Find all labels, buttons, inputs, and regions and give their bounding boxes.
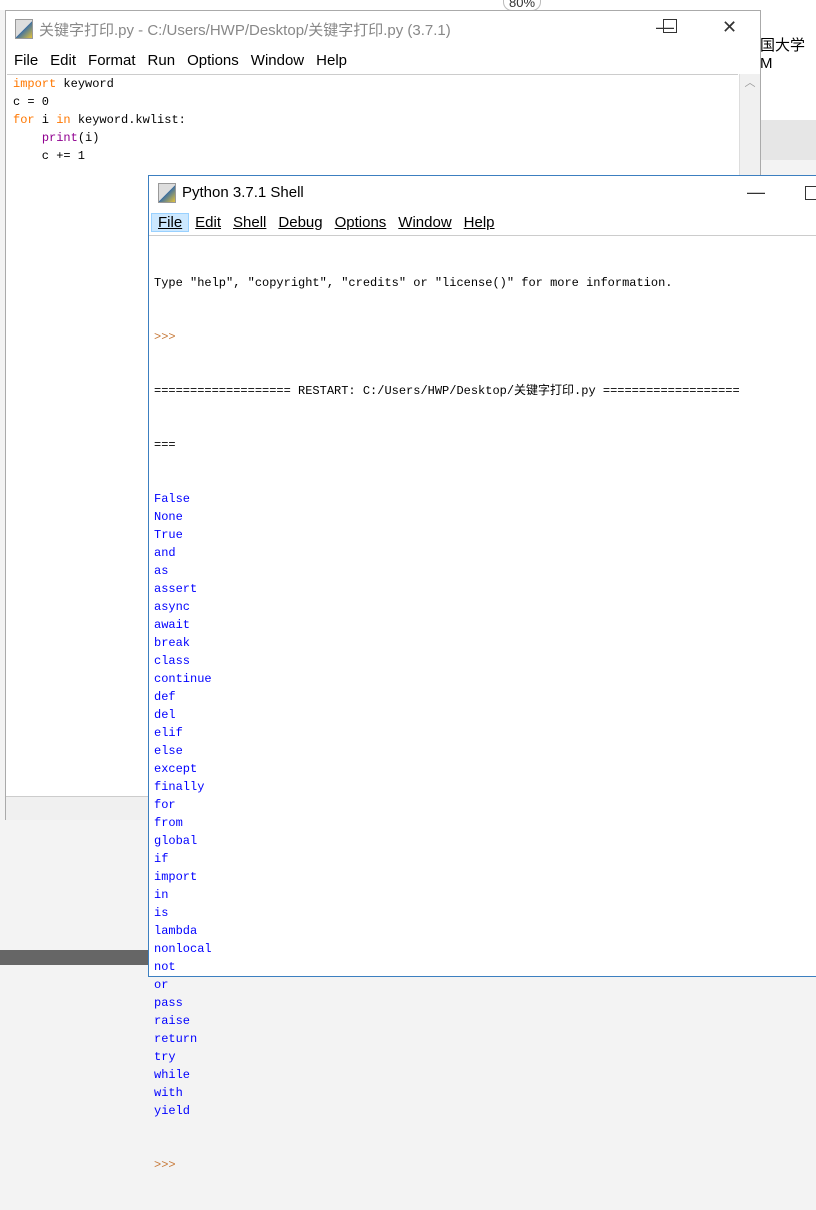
info-line: Type "help", "copyright", "credits" or "… xyxy=(154,276,673,290)
output-line: from xyxy=(154,816,183,830)
output-line: while xyxy=(154,1068,191,1082)
code-token: c += 1 xyxy=(13,149,86,163)
output-line: return xyxy=(154,1032,198,1046)
output-line: pass xyxy=(154,996,183,1010)
output-line: raise xyxy=(154,1014,191,1028)
code-line: print(i) xyxy=(7,129,738,147)
output-line: None xyxy=(154,510,183,524)
shell-window: Python 3.7.1 Shell — File Edit Shell Debug O… xyxy=(148,175,816,1172)
output-line: break xyxy=(154,636,191,650)
editor-menu-run[interactable]: Run xyxy=(142,52,182,69)
output-line: global xyxy=(154,834,198,848)
code-token: keyword.kwlist: xyxy=(70,113,186,127)
maximize-icon[interactable] xyxy=(663,19,677,33)
close-icon[interactable]: ✕ xyxy=(722,17,737,38)
minimize-icon[interactable]: — xyxy=(747,182,765,203)
code-token: (i) xyxy=(77,131,100,145)
output-line: is xyxy=(154,906,169,920)
code-token: for xyxy=(13,113,35,127)
output-line: continue xyxy=(154,672,212,686)
output-line: or xyxy=(154,978,169,992)
editor-menu-help[interactable]: Help xyxy=(310,52,353,69)
code-token: print xyxy=(41,131,78,145)
output-line: False xyxy=(154,492,191,506)
editor-menu-format[interactable]: Format xyxy=(82,52,142,69)
output-line: with xyxy=(154,1086,183,1100)
output-line: async xyxy=(154,600,191,614)
code-token: i xyxy=(34,113,57,127)
output-line: def xyxy=(154,690,176,704)
output-line: class xyxy=(154,654,191,668)
output-line: not xyxy=(154,960,176,974)
output-line: yield xyxy=(154,1104,191,1118)
restart-line: =================== RESTART: C:/Users/HW… xyxy=(154,384,740,398)
shell-menubar: File Edit Shell Debug Options Window Help xyxy=(149,209,816,236)
output-line: as xyxy=(154,564,169,578)
output-line: finally xyxy=(154,780,205,794)
shell-title: Python 3.7.1 Shell xyxy=(182,184,304,201)
editor-title: 关键字打印.py - C:/Users/HWP/Desktop/关键字打印.py… xyxy=(39,21,451,39)
prompt-final[interactable]: >>> xyxy=(154,1156,740,1174)
output-line: for xyxy=(154,798,176,812)
shell-menu-file[interactable]: File xyxy=(151,212,190,232)
idle-shell-icon xyxy=(158,182,176,203)
code-token: keyword xyxy=(56,77,114,91)
maximize-icon[interactable] xyxy=(805,186,816,200)
output-line: True xyxy=(154,528,183,542)
browser-page-text: 国大学M xyxy=(760,37,806,72)
taskbar-strip xyxy=(0,950,148,965)
browser-page-band xyxy=(760,120,816,160)
editor-menu-window[interactable]: Window xyxy=(245,52,310,69)
output-line: await xyxy=(154,618,191,632)
editor-menu-edit[interactable]: Edit xyxy=(44,52,82,69)
output-line: in xyxy=(154,888,169,902)
output-line: try xyxy=(154,1050,176,1064)
output-line: else xyxy=(154,744,183,758)
shell-text-area[interactable]: Type "help", "copyright", "credits" or "… xyxy=(154,238,740,1210)
output-line: except xyxy=(154,762,198,776)
output-line: elif xyxy=(154,726,183,740)
editor-menu-options[interactable]: Options xyxy=(181,52,245,69)
output-line: and xyxy=(154,546,176,560)
code-line: c += 1 xyxy=(7,147,738,165)
shell-menu-help[interactable]: Help xyxy=(458,214,501,231)
scroll-up-icon[interactable]: ︿ xyxy=(740,74,760,90)
code-line: import keyword xyxy=(7,75,738,93)
prompt: >>> xyxy=(154,330,176,344)
output-line: if xyxy=(154,852,169,866)
shell-titlebar[interactable]: Python 3.7.1 Shell — xyxy=(149,176,816,209)
code-line: for i in keyword.kwlist: xyxy=(7,111,738,129)
editor-menubar: File Edit Format Run Options Window Help xyxy=(6,47,760,73)
browser-background xyxy=(0,0,816,10)
output-line: del xyxy=(154,708,176,722)
shell-menu-options[interactable]: Options xyxy=(329,214,393,231)
editor-menu-file[interactable]: File xyxy=(8,52,44,69)
shell-menu-debug[interactable]: Debug xyxy=(272,214,328,231)
shell-menu-shell[interactable]: Shell xyxy=(227,214,272,231)
output-line: import xyxy=(154,870,198,884)
output-line: lambda xyxy=(154,924,198,938)
output-line: assert xyxy=(154,582,198,596)
output-line: nonlocal xyxy=(154,942,212,956)
shell-menu-window[interactable]: Window xyxy=(392,214,457,231)
code-line: c = 0 xyxy=(7,93,738,111)
code-token: import xyxy=(13,77,57,91)
code-token: c = 0 xyxy=(13,95,50,109)
code-token: in xyxy=(56,113,71,127)
idle-file-icon xyxy=(15,19,33,39)
shell-menu-edit[interactable]: Edit xyxy=(189,214,227,231)
restart-line-cont: === xyxy=(154,438,176,452)
editor-titlebar[interactable]: 关键字打印.py - C:/Users/HWP/Desktop/关键字打印.py… xyxy=(6,11,760,47)
